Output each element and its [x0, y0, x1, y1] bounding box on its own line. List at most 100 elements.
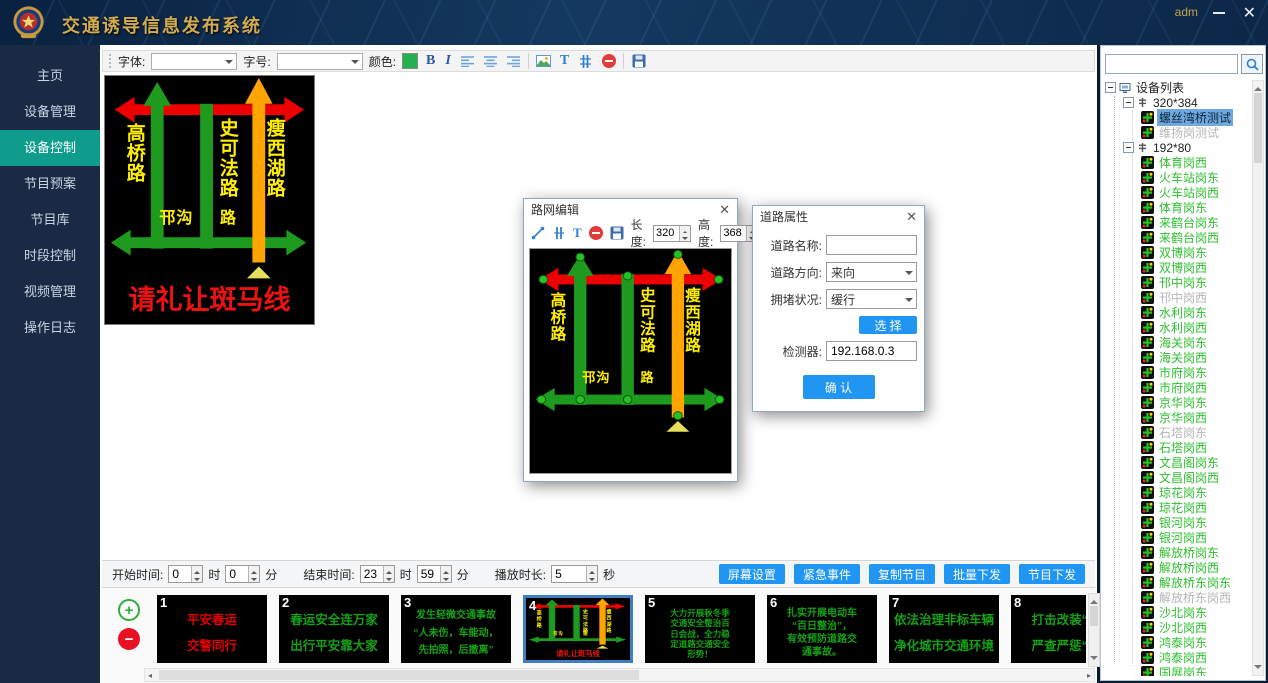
roadnet-edit-canvas[interactable]: 高桥路史可法路瘦西湖路邗沟路 — [529, 248, 732, 474]
tree-device-解放桥岗东[interactable]: 解放桥岗东 — [1103, 545, 1250, 560]
program-thumbnail-1[interactable]: 1平安春运交警同行 — [157, 595, 267, 663]
led-sign-preview[interactable]: 高桥路史可法路瘦西湖路邗沟路请礼让斑马线 — [104, 75, 315, 325]
scroll-up-icon[interactable] — [1254, 83, 1262, 91]
close-icon[interactable]: ✕ — [906, 206, 917, 228]
select-detector-button[interactable]: 选 择 — [859, 316, 917, 334]
end-min-stepper[interactable] — [417, 565, 452, 583]
tree-device-火车站岗东[interactable]: 火车站岗东 — [1103, 170, 1250, 185]
tree-device-国展岗东[interactable]: 国展岗东 — [1103, 665, 1250, 676]
program-thumbnail-4[interactable]: 4高桥路史可法路瘦西湖路邗沟路请礼让斑马线 — [523, 595, 633, 663]
tree-device-银河岗西[interactable]: 银河岗西 — [1103, 530, 1250, 545]
insert-roadnet-icon[interactable] — [577, 52, 594, 70]
program-thumbnail-5[interactable]: 5大力开展秋冬季交通安全整治百日会战，全力稳定道路交通安全形势！ — [645, 595, 755, 663]
tree-group-320*384[interactable]: 320*384 — [1103, 95, 1250, 110]
tree-root-device-list[interactable]: 设备列表 — [1103, 80, 1250, 95]
detector-field[interactable] — [826, 341, 917, 361]
tree-device-石塔岗东[interactable]: 石塔岗东 — [1103, 425, 1250, 440]
tree-device-解放桥东岗东[interactable]: 解放桥东岗东 — [1103, 575, 1250, 590]
scroll-down-icon[interactable] — [1254, 665, 1262, 673]
scroll-right-icon[interactable]: ▸ — [1087, 672, 1091, 680]
dialog-title-bar[interactable]: 路网编辑 ✕ — [524, 199, 737, 221]
tree-scrollbar[interactable] — [1252, 80, 1264, 676]
device-search-input[interactable] — [1105, 54, 1238, 74]
sidebar-item-设备管理[interactable]: 设备管理 — [0, 94, 100, 130]
end-hour-stepper[interactable] — [360, 565, 395, 583]
program-thumbnail-7[interactable]: 7依法治理非标车辆净化城市交通环境 — [889, 595, 999, 663]
collapse-icon[interactable] — [1123, 142, 1134, 153]
length-stepper[interactable] — [653, 225, 691, 242]
program-thumbnail-3[interactable]: 3发生轻微交通事故“人未伤，车能动，先拍照，后撤离” — [401, 595, 511, 663]
tree-device-水利岗东[interactable]: 水利岗东 — [1103, 305, 1250, 320]
save-icon[interactable] — [610, 224, 624, 242]
end-hour-input[interactable] — [361, 566, 383, 582]
close-icon[interactable]: ✕ — [719, 199, 730, 221]
tree-device-琼花岗西[interactable]: 琼花岗西 — [1103, 500, 1250, 515]
start-hour-stepper[interactable] — [168, 565, 203, 583]
tree-device-解放桥东岗西[interactable]: 解放桥东岗西 — [1103, 590, 1250, 605]
tree-device-解放桥岗西[interactable]: 解放桥岗西 — [1103, 560, 1250, 575]
start-min-input[interactable] — [226, 566, 248, 582]
insert-text-icon[interactable]: T — [558, 53, 571, 69]
insert-image-icon[interactable] — [535, 52, 552, 70]
tree-device-市府岗西[interactable]: 市府岗西 — [1103, 380, 1250, 395]
sidebar-item-节目预案[interactable]: 节目预案 — [0, 166, 100, 202]
button-复制节目[interactable]: 复制节目 — [869, 564, 935, 584]
tree-device-双博岗东[interactable]: 双博岗东 — [1103, 245, 1250, 260]
sidebar-item-主页[interactable]: 主页 — [0, 58, 100, 94]
button-紧急事件[interactable]: 紧急事件 — [794, 564, 860, 584]
scroll-up-icon[interactable] — [1090, 596, 1098, 604]
tree-device-螺丝湾桥测试[interactable]: 螺丝湾桥测试 — [1103, 110, 1250, 125]
playlist-horizontal-scrollbar[interactable]: ◂ ▸ — [144, 668, 1095, 682]
tree-device-石塔岗西[interactable]: 石塔岗西 — [1103, 440, 1250, 455]
color-swatch[interactable] — [402, 53, 418, 69]
tree-device-文昌阁岗东[interactable]: 文昌阁岗东 — [1103, 455, 1250, 470]
sidebar-item-节目库[interactable]: 节目库 — [0, 202, 100, 238]
tree-device-体育岗西[interactable]: 体育岗西 — [1103, 155, 1250, 170]
tree-device-来鹤台岗西[interactable]: 来鹤台岗西 — [1103, 230, 1250, 245]
align-right-icon[interactable] — [505, 52, 522, 70]
draw-road-icon[interactable] — [552, 224, 566, 242]
start-min-stepper[interactable] — [225, 565, 260, 583]
tree-device-鸿泰岗西[interactable]: 鸿泰岗西 — [1103, 650, 1250, 665]
tree-device-体育岗东[interactable]: 体育岗东 — [1103, 200, 1250, 215]
tree-device-银河岗东[interactable]: 银河岗东 — [1103, 515, 1250, 530]
program-thumbnail-8[interactable]: 8打击改装“炸严查严惩“机 — [1011, 595, 1086, 663]
tree-device-维扬岗测试[interactable]: 维扬岗测试 — [1103, 125, 1250, 140]
tree-device-京华岗东[interactable]: 京华岗东 — [1103, 395, 1250, 410]
add-program-button[interactable]: + — [118, 599, 140, 621]
minimize-icon[interactable] — [1212, 6, 1226, 20]
italic-button[interactable]: I — [443, 53, 452, 69]
collapse-icon[interactable] — [1105, 82, 1116, 93]
tree-device-沙北岗东[interactable]: 沙北岗东 — [1103, 605, 1250, 620]
program-thumbnail-2[interactable]: 2春运安全连万家出行平安靠大家 — [279, 595, 389, 663]
align-center-icon[interactable] — [482, 52, 499, 70]
program-thumbnail-6[interactable]: 6扎实开展电动车“百日整治”，有效预防道路交通事故。 — [767, 595, 877, 663]
search-button[interactable] — [1241, 54, 1263, 74]
tree-device-来鹤台岗东[interactable]: 来鹤台岗东 — [1103, 215, 1250, 230]
duration-input[interactable] — [552, 566, 586, 582]
tree-device-邗中岗东[interactable]: 邗中岗东 — [1103, 275, 1250, 290]
tree-device-京华岗西[interactable]: 京华岗西 — [1103, 410, 1250, 425]
sidebar-item-视频管理[interactable]: 视频管理 — [0, 274, 100, 310]
sidebar-item-操作日志[interactable]: 操作日志 — [0, 310, 100, 346]
save-icon[interactable] — [630, 52, 647, 70]
tree-device-琼花岗东[interactable]: 琼花岗东 — [1103, 485, 1250, 500]
tree-group-192*80[interactable]: 192*80 — [1103, 140, 1250, 155]
duration-stepper[interactable] — [551, 565, 598, 583]
congestion-select[interactable]: 缓行 — [826, 289, 917, 309]
end-min-input[interactable] — [418, 566, 440, 582]
font-family-select[interactable] — [151, 53, 237, 70]
button-节目下发[interactable]: 节目下发 — [1019, 564, 1085, 584]
collapse-icon[interactable] — [1123, 97, 1134, 108]
draw-line-icon[interactable] — [531, 224, 545, 242]
tree-device-水利岗西[interactable]: 水利岗西 — [1103, 320, 1250, 335]
tree-device-市府岗东[interactable]: 市府岗东 — [1103, 365, 1250, 380]
tree-device-海关岗东[interactable]: 海关岗东 — [1103, 335, 1250, 350]
delete-icon[interactable] — [589, 224, 603, 242]
confirm-button[interactable]: 确 认 — [803, 375, 875, 399]
font-size-select[interactable] — [277, 53, 363, 70]
sidebar-item-设备控制[interactable]: 设备控制 — [0, 130, 100, 166]
sidebar-item-时段控制[interactable]: 时段控制 — [0, 238, 100, 274]
close-icon[interactable]: ✕ — [1243, 3, 1256, 23]
scroll-left-icon[interactable]: ◂ — [148, 672, 152, 680]
